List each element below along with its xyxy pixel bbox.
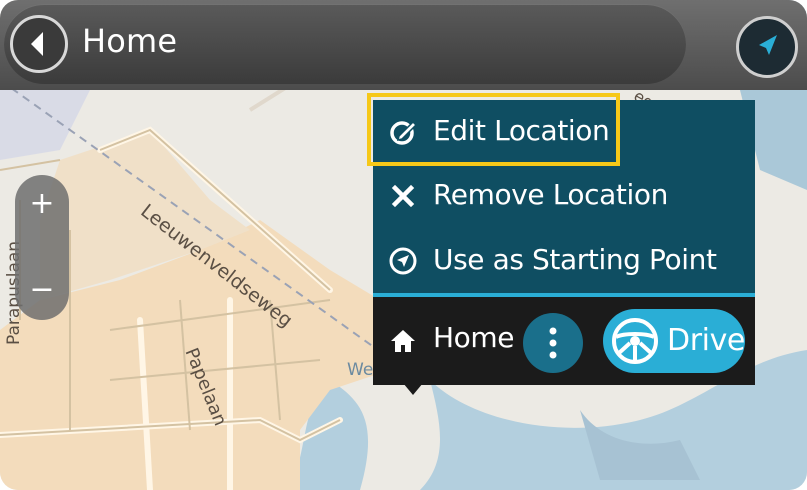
map-street-label: We [347,360,374,380]
popup-menu: Edit Location Remove Location Use as Sta… [367,93,755,293]
zoom-in-button[interactable]: + [15,177,69,231]
steering-wheel-icon [612,318,658,364]
location-popup: Edit Location Remove Location Use as Sta… [367,93,755,395]
page-title: Home [82,22,178,60]
navigation-arrow-icon [759,35,777,55]
starting-point-icon [389,247,417,275]
popup-pointer [403,383,423,395]
drive-label: Drive [667,323,745,358]
more-vertical-icon [549,327,557,359]
top-bar: Home [0,0,807,90]
drive-button[interactable]: Drive [603,309,745,373]
screen: Leeuwenveldseweg Parapuslaan Papelaan We… [0,0,807,490]
zoom-out-button[interactable]: − [15,263,69,317]
menu-item-label: Use as Starting Point [433,243,717,276]
navigation-button[interactable] [736,16,798,78]
more-options-button[interactable] [523,313,583,373]
home-icon [391,330,415,352]
remove-x-icon [391,184,415,208]
menu-item-edit-location[interactable]: Edit Location [367,93,755,166]
zoom-control: + − [15,175,69,320]
menu-item-use-as-starting-point[interactable]: Use as Starting Point [373,229,755,293]
menu-item-remove-location[interactable]: Remove Location [373,164,755,228]
menu-item-label: Remove Location [433,178,668,211]
highlight-frame [367,93,620,166]
popup-footer: Home Drive [373,297,755,385]
back-arrow-icon [31,32,43,56]
back-button[interactable] [10,15,68,73]
footer-location-label: Home [433,321,515,354]
